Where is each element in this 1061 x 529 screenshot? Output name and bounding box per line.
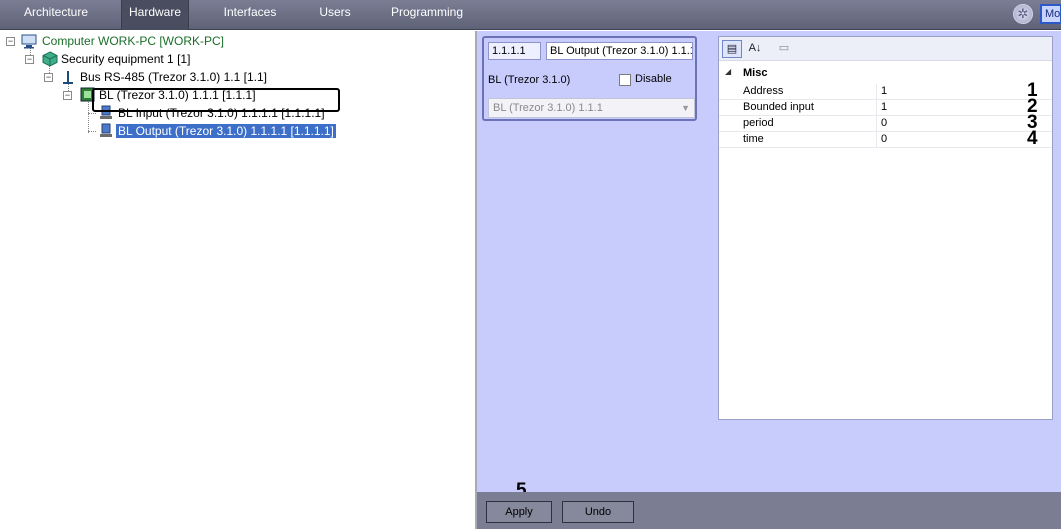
security-cube-icon	[42, 51, 58, 70]
category-label: Misc	[743, 67, 768, 79]
property-value[interactable]: 0	[881, 133, 887, 145]
tree-connector	[88, 131, 96, 132]
parent-device-combo[interactable]: BL (Trezor 3.1.0) 1.1.1 ▼	[488, 98, 695, 118]
tree-item-bl-output[interactable]: BL Output (Trezor 3.1.0) 1.1.1.1 [1.1.1.…	[116, 123, 336, 139]
property-name: period	[743, 117, 774, 129]
bus-icon	[61, 69, 75, 88]
settings-panel: 1.1.1.1 BL Output (Trezor 3.1.0) 1.1.1. …	[477, 31, 1061, 529]
computer-icon	[21, 34, 37, 52]
property-name: time	[743, 133, 764, 145]
device-name-field[interactable]: BL Output (Trezor 3.1.0) 1.1.1.	[546, 42, 693, 60]
collapse-arrow-icon[interactable]: ◢	[725, 67, 731, 76]
property-name: Bounded input	[743, 101, 814, 113]
sort-alphabetical-icon[interactable]: A↓	[745, 40, 765, 58]
device-info-box: 1.1.1.1 BL Output (Trezor 3.1.0) 1.1.1. …	[482, 36, 697, 121]
collapse-toggle[interactable]: −	[63, 91, 72, 100]
property-pages-icon[interactable]: ▭	[774, 40, 794, 58]
grid-divider	[876, 100, 877, 116]
apply-button[interactable]: Apply	[486, 501, 552, 523]
tree-item-bus[interactable]: Bus RS-485 (Trezor 3.1.0) 1.1 [1.1]	[80, 69, 267, 85]
property-value[interactable]: 1	[881, 85, 887, 97]
output-device-icon	[99, 123, 113, 141]
tab-interfaces[interactable]: Interfaces	[218, 0, 282, 30]
selection-highlight-box	[92, 88, 340, 112]
tab-users[interactable]: Users	[313, 0, 357, 30]
property-row-bounded-input[interactable]: Bounded input 1	[719, 100, 1052, 116]
property-row-address[interactable]: Address 1	[719, 84, 1052, 100]
mode-button[interactable]: Mo	[1040, 4, 1061, 24]
collapse-toggle[interactable]: −	[44, 73, 53, 82]
callout-4: 4	[1027, 128, 1038, 149]
property-row-period[interactable]: period 0	[719, 116, 1052, 132]
device-type-label: BL (Trezor 3.1.0)	[488, 74, 571, 86]
property-grid: ▤ A↓ ▭ ◢ Misc Address 1 Bounded input 1 …	[718, 36, 1053, 420]
categorized-view-icon[interactable]: ▤	[722, 40, 742, 58]
chevron-down-icon: ▼	[681, 103, 690, 113]
property-value[interactable]: 1	[881, 101, 887, 113]
disable-label: Disable	[635, 73, 672, 85]
collapse-toggle[interactable]: −	[6, 37, 15, 46]
tree-item-security-equipment[interactable]: Security equipment 1 [1]	[61, 51, 190, 67]
property-name: Address	[743, 85, 784, 97]
property-value[interactable]: 0	[881, 117, 887, 129]
category-misc[interactable]: ◢ Misc	[725, 67, 768, 79]
tab-programming[interactable]: Programming	[388, 0, 466, 30]
gear-icon[interactable]: ✲	[1013, 4, 1033, 24]
tab-architecture[interactable]: Architecture	[18, 0, 94, 30]
tab-hardware[interactable]: Hardware	[121, 0, 189, 30]
property-grid-toolbar: ▤ A↓ ▭	[719, 37, 1052, 61]
selected-label: BL Output (Trezor 3.1.0) 1.1.1.1 [1.1.1.…	[116, 124, 336, 138]
undo-button[interactable]: Undo	[562, 501, 634, 523]
tree-connector	[88, 113, 96, 114]
grid-divider	[876, 116, 877, 132]
tree-item-computer[interactable]: Computer WORK-PC [WORK-PC]	[42, 33, 224, 49]
parent-device-value: BL (Trezor 3.1.0) 1.1.1	[493, 102, 603, 114]
grid-divider	[876, 84, 877, 100]
grid-divider	[876, 132, 877, 148]
property-row-time[interactable]: time 0	[719, 132, 1052, 148]
collapse-toggle[interactable]: −	[25, 55, 34, 64]
address-field[interactable]: 1.1.1.1	[488, 42, 541, 60]
disable-checkbox[interactable]	[619, 74, 631, 86]
top-tab-bar: Architecture Hardware Interfaces Users P…	[0, 0, 1061, 30]
